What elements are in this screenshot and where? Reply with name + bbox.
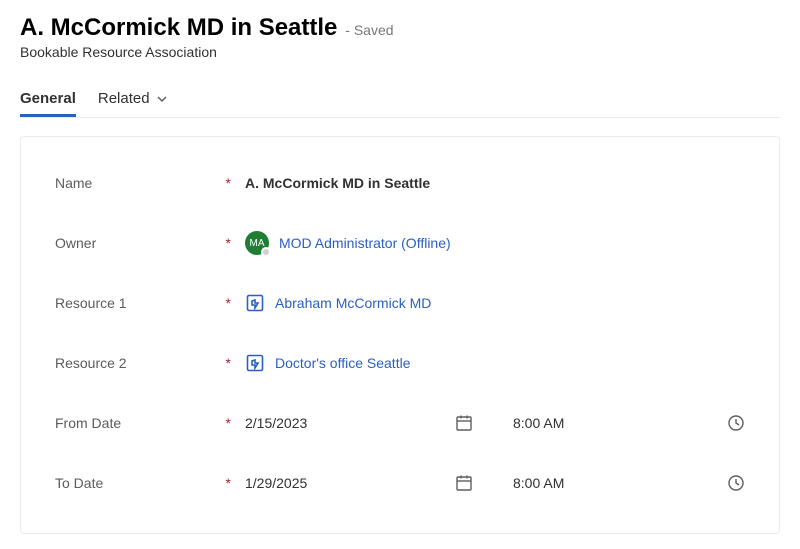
value-resource1[interactable]: Abraham McCormick MD: [245, 293, 745, 313]
value-name-text: A. McCormick MD in Seattle: [245, 175, 430, 191]
value-resource2[interactable]: Doctor's office Seattle: [245, 353, 745, 373]
tab-related-label: Related: [98, 90, 150, 107]
label-resource2: Resource 2: [55, 355, 127, 371]
clock-icon[interactable]: [727, 414, 745, 432]
field-resource2: Resource 2 * Doctor's office Seattle: [55, 333, 745, 393]
resource-icon: [245, 353, 265, 373]
label-name: Name: [55, 175, 92, 191]
chevron-down-icon: [156, 93, 168, 105]
required-marker: *: [226, 415, 231, 431]
entity-subtitle: Bookable Resource Association: [20, 44, 780, 60]
resource2-link[interactable]: Doctor's office Seattle: [275, 355, 410, 371]
form-card: Name * A. McCormick MD in Seattle Owner …: [20, 136, 780, 534]
required-marker: *: [226, 175, 231, 191]
tab-bar: General Related: [20, 82, 780, 118]
clock-icon[interactable]: [727, 474, 745, 492]
label-from-date: From Date: [55, 415, 121, 431]
from-time-input[interactable]: 8:00 AM: [513, 415, 703, 431]
to-date-input[interactable]: 1/29/2025: [245, 475, 445, 491]
field-to-date: To Date * 1/29/2025 8:00 AM: [55, 453, 745, 513]
field-owner: Owner * MA MOD Administrator (Offline): [55, 213, 745, 273]
calendar-icon[interactable]: [455, 414, 473, 432]
value-name[interactable]: A. McCormick MD in Seattle: [245, 175, 745, 191]
page-title: A. McCormick MD in Seattle: [20, 14, 337, 41]
label-resource1: Resource 1: [55, 295, 127, 311]
required-marker: *: [226, 295, 231, 311]
presence-indicator-icon: [261, 247, 271, 257]
from-date-input[interactable]: 2/15/2023: [245, 415, 445, 431]
field-name: Name * A. McCormick MD in Seattle: [55, 153, 745, 213]
resource-icon: [245, 293, 265, 313]
required-marker: *: [226, 475, 231, 491]
value-owner[interactable]: MA MOD Administrator (Offline): [245, 231, 745, 255]
to-time-input[interactable]: 8:00 AM: [513, 475, 703, 491]
label-to-date: To Date: [55, 475, 103, 491]
field-resource1: Resource 1 * Abraham McCormick MD: [55, 273, 745, 333]
required-marker: *: [226, 235, 231, 251]
label-owner: Owner: [55, 235, 96, 251]
tab-related[interactable]: Related: [98, 82, 168, 117]
required-marker: *: [226, 355, 231, 371]
resource1-link[interactable]: Abraham McCormick MD: [275, 295, 431, 311]
field-from-date: From Date * 2/15/2023 8:00 AM: [55, 393, 745, 453]
owner-link[interactable]: MOD Administrator (Offline): [279, 235, 451, 251]
saved-indicator: - Saved: [345, 22, 393, 38]
tab-general[interactable]: General: [20, 82, 76, 117]
calendar-icon[interactable]: [455, 474, 473, 492]
avatar: MA: [245, 231, 269, 255]
